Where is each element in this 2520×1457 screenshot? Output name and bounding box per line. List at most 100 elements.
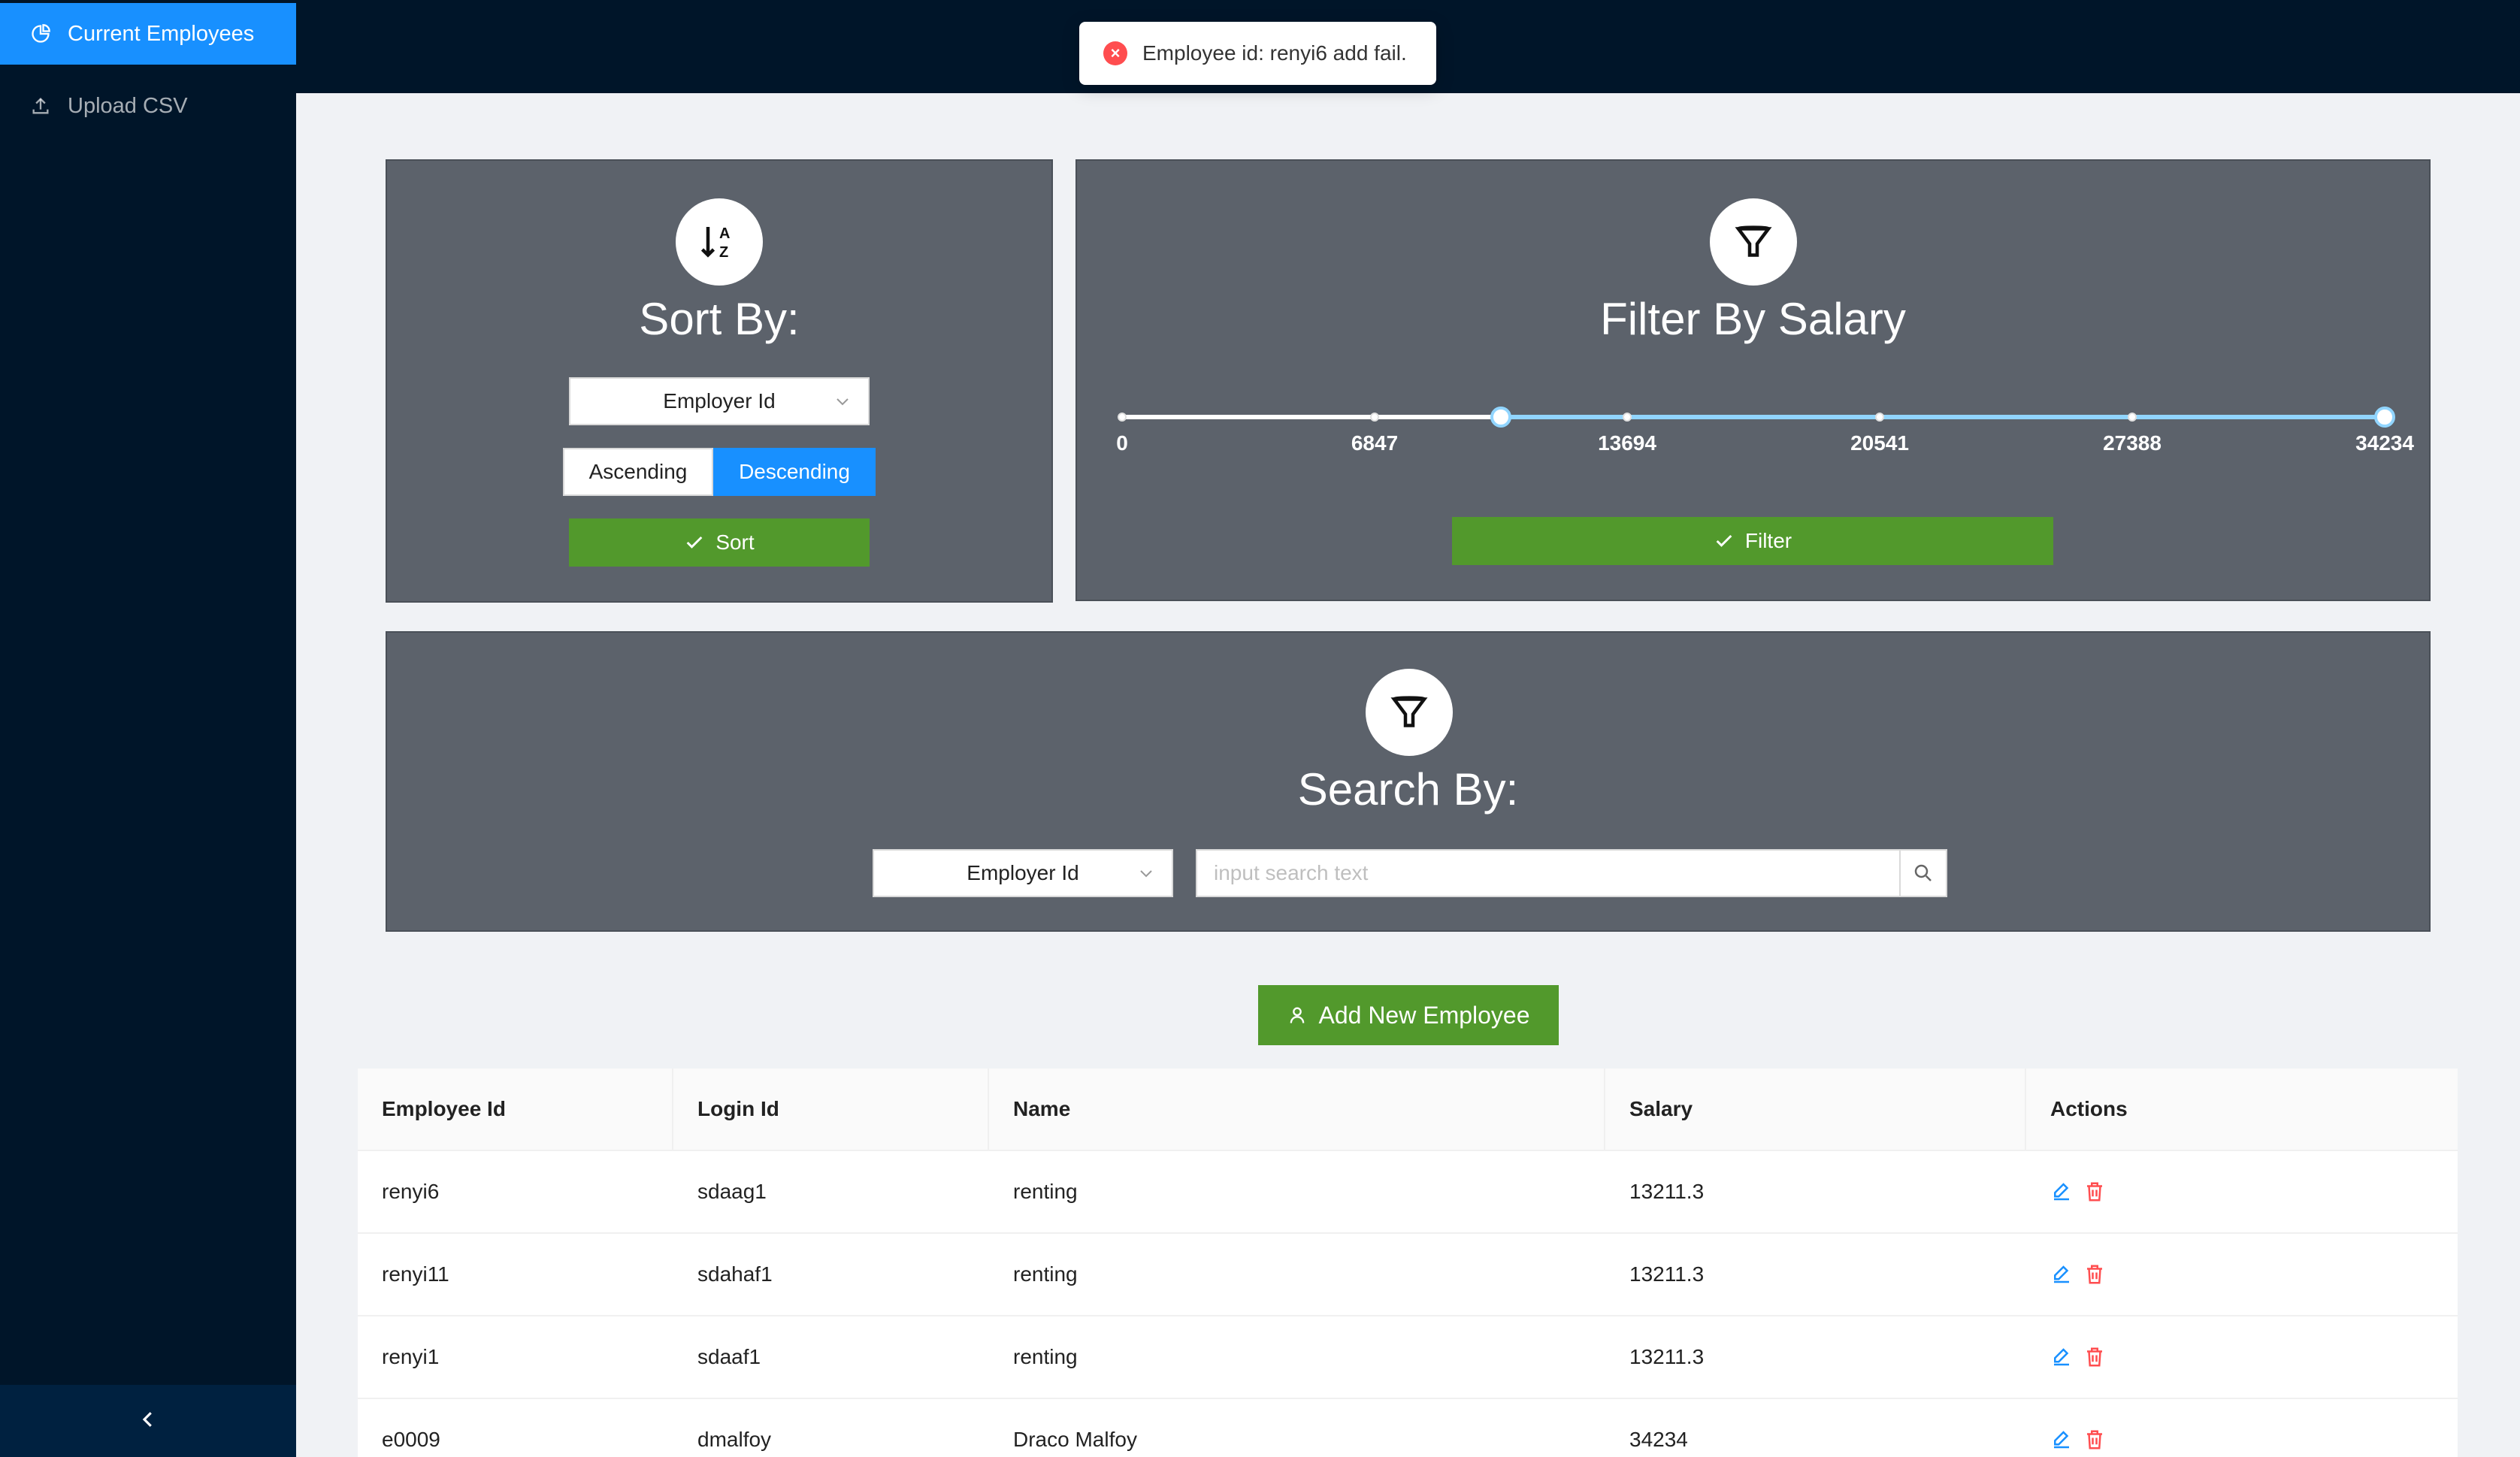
search-field-value: Employer Id <box>967 861 1079 884</box>
cell-actions <box>2026 1399 2458 1457</box>
svg-text:A: A <box>719 225 730 242</box>
toast-message: Employee id: renyi6 add fail. <box>1142 41 1407 65</box>
app-root: Current Employees Upload CSV × Employee … <box>0 0 2520 1457</box>
cell-actions <box>2026 1151 2458 1232</box>
table-row: renyi6 sdaag1 renting 13211.3 <box>358 1151 2458 1234</box>
delete-icon[interactable] <box>2083 1263 2106 1286</box>
upload-icon <box>30 95 51 116</box>
filter-button[interactable]: Filter <box>1452 517 2053 565</box>
error-toast: × Employee id: renyi6 add fail. <box>1079 22 1436 85</box>
chevron-left-icon <box>137 1408 159 1434</box>
slider-mark-label: 6847 <box>1351 431 1399 455</box>
slider-handle-high[interactable] <box>2374 407 2395 428</box>
sort-title: Sort By: <box>639 294 800 344</box>
cell-name: Draco Malfoy <box>1013 1428 1137 1451</box>
cell-employee-id: renyi11 <box>382 1262 449 1286</box>
pie-chart-icon <box>30 23 51 44</box>
cell-name: renting <box>1013 1180 1078 1203</box>
sidebar: Current Employees Upload CSV <box>0 0 296 1457</box>
sidebar-item-label: Upload CSV <box>68 93 188 118</box>
sidebar-collapse-button[interactable] <box>0 1385 296 1457</box>
slider-dot <box>1875 413 1885 422</box>
header-actions: Actions <box>2050 1097 2128 1120</box>
cell-salary: 13211.3 <box>1629 1180 1705 1203</box>
cell-actions <box>2026 1316 2458 1398</box>
edit-icon[interactable] <box>2050 1180 2073 1203</box>
sidebar-item-upload-csv[interactable]: Upload CSV <box>0 75 296 137</box>
sort-button[interactable]: Sort <box>569 518 870 567</box>
cell-salary: 34234 <box>1629 1428 1688 1451</box>
search-title: Search By: <box>1297 764 1519 815</box>
funnel-icon <box>1710 198 1797 286</box>
slider-mark-label: 13694 <box>1598 431 1656 455</box>
chevron-down-icon <box>1140 870 1152 878</box>
sidebar-item-label: Current Employees <box>68 21 255 46</box>
slider-mark-label: 20541 <box>1850 431 1909 455</box>
cell-employee-id: renyi1 <box>382 1345 440 1368</box>
slider-dot <box>1370 413 1379 422</box>
slider-track <box>1500 415 2385 419</box>
search-field-select[interactable]: Employer Id <box>873 849 1173 897</box>
check-icon <box>686 536 703 549</box>
filter-button-label: Filter <box>1744 529 1792 552</box>
sort-panel: A Z Sort By: Employer Id Ascending Desce… <box>386 159 1053 603</box>
svg-text:Z: Z <box>719 244 728 261</box>
edit-icon[interactable] <box>2050 1346 2073 1368</box>
delete-icon[interactable] <box>2083 1428 2106 1451</box>
delete-icon[interactable] <box>2083 1346 2106 1368</box>
funnel-icon <box>1366 669 1453 756</box>
table-body: renyi6 sdaag1 renting 13211.3 renyi11 sdahaf1… <box>358 1151 2458 1457</box>
cell-actions <box>2026 1234 2458 1315</box>
sort-field-value: Employer Id <box>663 389 776 413</box>
table-row: renyi11 sdahaf1 renting 13211.3 <box>358 1234 2458 1316</box>
cell-salary: 13211.3 <box>1629 1345 1705 1368</box>
cell-name: renting <box>1013 1345 1078 1368</box>
header-salary[interactable]: Salary <box>1605 1069 2026 1151</box>
slider-dot <box>1118 413 1127 422</box>
descending-button[interactable]: Descending <box>713 448 876 496</box>
slider-handle-low[interactable] <box>1490 407 1511 428</box>
search-panel: Search By: Employer Id <box>386 631 2431 932</box>
cell-login-id: sdaaf1 <box>697 1345 761 1368</box>
cell-login-id: sdaag1 <box>697 1180 767 1203</box>
header-name[interactable]: Name <box>989 1069 1605 1151</box>
table-header: Employee Id Login Id Name Salary Actions <box>358 1069 2458 1151</box>
sort-az-icon: A Z <box>676 198 763 286</box>
table-row: e0009 dmalfoy Draco Malfoy 34234 <box>358 1399 2458 1457</box>
header-employee-id[interactable]: Employee Id <box>358 1069 673 1151</box>
search-icon <box>1914 864 1932 881</box>
filter-panel: Filter By Salary 0 6847 13694 20541 27388 342… <box>1075 159 2431 601</box>
cell-employee-id: e0009 <box>382 1428 440 1451</box>
user-icon <box>1290 1007 1305 1023</box>
slider-mark-label: 0 <box>1116 431 1128 455</box>
check-icon <box>1716 534 1732 547</box>
cell-salary: 13211.3 <box>1629 1262 1705 1286</box>
table-row: renyi1 sdaaf1 renting 13211.3 <box>358 1316 2458 1399</box>
slider-dot <box>1623 413 1632 422</box>
slider-dot <box>2128 413 2137 422</box>
salary-range-slider[interactable]: 0 6847 13694 20541 27388 34234 <box>1116 407 2414 455</box>
slider-mark-label: 27388 <box>2103 431 2162 455</box>
edit-icon[interactable] <box>2050 1263 2073 1286</box>
cell-employee-id: renyi6 <box>382 1180 440 1203</box>
add-employee-label: Add New Employee <box>1318 1001 1530 1029</box>
sort-button-label: Sort <box>715 531 755 554</box>
error-circle-icon: × <box>1103 41 1127 65</box>
sort-order-group: Ascending Descending <box>563 448 876 496</box>
ascending-button[interactable]: Ascending <box>563 448 713 496</box>
sort-field-select[interactable]: Employer Id <box>569 377 870 425</box>
filter-title: Filter By Salary <box>1600 294 1906 344</box>
cell-name: renting <box>1013 1262 1078 1286</box>
cell-login-id: sdahaf1 <box>697 1262 773 1286</box>
cell-login-id: dmalfoy <box>697 1428 772 1451</box>
add-employee-button[interactable]: Add New Employee <box>1258 985 1559 1045</box>
employee-table: Employee Id Login Id Name Salary Actions… <box>358 1069 2458 1457</box>
chevron-down-icon <box>836 398 849 406</box>
slider-mark-label: 34234 <box>2355 431 2414 455</box>
delete-icon[interactable] <box>2083 1180 2106 1203</box>
edit-icon[interactable] <box>2050 1428 2073 1451</box>
header-login-id[interactable]: Login Id <box>673 1069 989 1151</box>
sidebar-item-current-employees[interactable]: Current Employees <box>0 3 296 65</box>
search-input[interactable] <box>1196 849 1901 897</box>
search-button[interactable] <box>1899 849 1947 897</box>
